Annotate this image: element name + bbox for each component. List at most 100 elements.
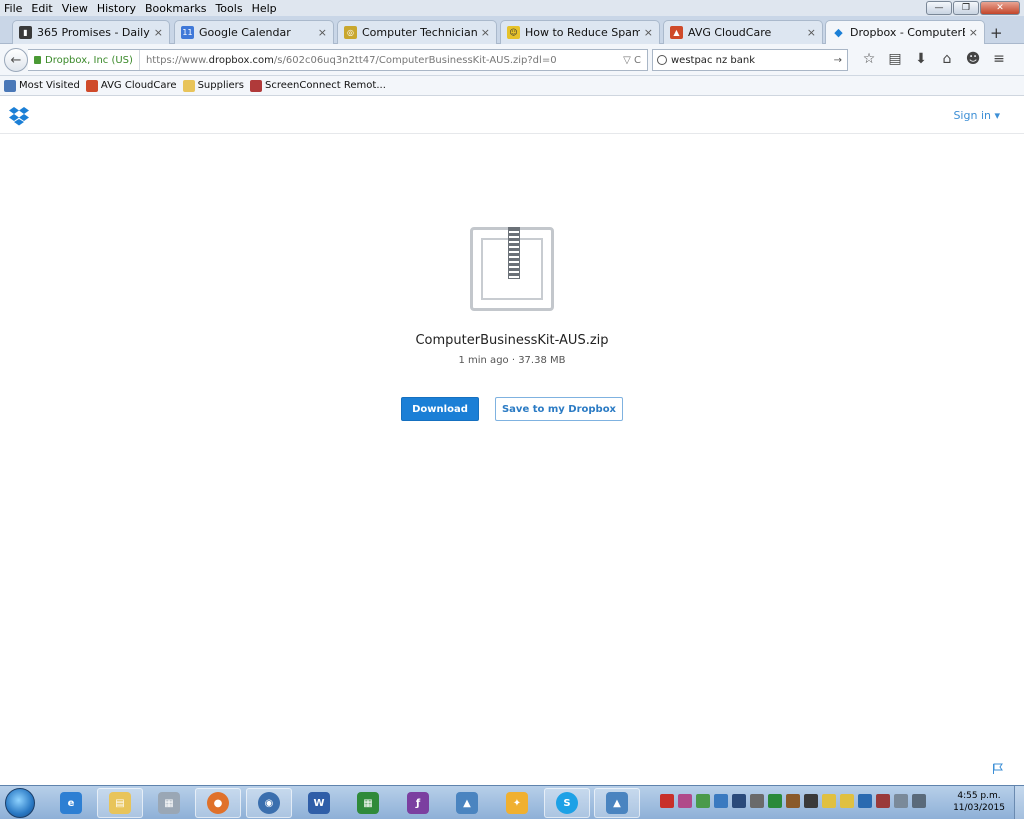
system-tray [660, 794, 930, 808]
reading-list-icon[interactable]: ▤ [882, 51, 908, 67]
start-button[interactable] [5, 788, 35, 818]
file-info: 1 min ago · 37.38 MB [458, 355, 566, 366]
tray-flag-icon[interactable] [804, 794, 818, 808]
menu-history[interactable]: History [97, 2, 136, 15]
dropbox-icon: ◆ [834, 26, 843, 39]
url-prefix: https://www. [145, 54, 209, 66]
menu-file[interactable]: File [4, 2, 22, 15]
search-input[interactable] [671, 54, 834, 66]
tray-tools-icon[interactable] [876, 794, 890, 808]
sign-in-link[interactable]: Sign in ▾ [953, 109, 1000, 122]
taskbar-math[interactable]: ƒ [395, 788, 441, 818]
menu-bookmarks[interactable]: Bookmarks [145, 2, 206, 15]
bookmark-label: ScreenConnect Remot... [265, 80, 386, 91]
tray-word-icon[interactable] [660, 794, 674, 808]
tab-label: Computer Technician int... [362, 26, 477, 39]
search-engine-icon[interactable] [657, 55, 667, 65]
search-bar[interactable]: → [652, 49, 848, 71]
taskbar-writer[interactable]: W [296, 788, 342, 818]
zipper-icon [508, 227, 520, 279]
math-icon: ƒ [407, 792, 429, 814]
tray-device-icon[interactable] [750, 794, 764, 808]
tab-close-icon[interactable]: × [481, 26, 490, 39]
close-window-button[interactable]: ✕ [980, 1, 1020, 15]
site-identity[interactable]: Dropbox, Inc (US) [28, 50, 140, 70]
taskbar-ie[interactable]: e [48, 788, 94, 818]
menu-view[interactable]: View [62, 2, 88, 15]
download-button[interactable]: Download [401, 397, 479, 421]
save-to-dropbox-button[interactable]: Save to my Dropbox [495, 397, 623, 421]
search-go-icon[interactable]: → [834, 55, 847, 66]
back-button[interactable]: ← [4, 48, 28, 72]
tab-google-calendar[interactable]: 11 Google Calendar × [174, 20, 334, 44]
bookmark-label: AVG CloudCare [100, 80, 177, 91]
taskbar-tool-app[interactable]: ✦ [494, 788, 540, 818]
tray-mail-icon[interactable] [696, 794, 710, 808]
taskbar-calculator[interactable]: ▦ [146, 788, 192, 818]
bookmark-avg-cloudcare[interactable]: AVG CloudCare [85, 79, 177, 92]
show-desktop-button[interactable] [1014, 786, 1024, 819]
tray-bluetooth-icon[interactable] [858, 794, 872, 808]
tray-notes-icon[interactable] [822, 794, 836, 808]
tray-app-icon[interactable] [678, 794, 692, 808]
clock[interactable]: 4:55 p.m. 11/03/2015 [950, 790, 1008, 814]
bookmark-star-icon[interactable]: ☆ [856, 51, 882, 67]
tab-avg-cloudcare[interactable]: ▲ AVG CloudCare × [663, 20, 823, 44]
taskbar-firefox[interactable]: ● [195, 788, 241, 818]
spreadsheet-icon: ▦ [357, 792, 379, 814]
avg-icon: ▲ [670, 26, 683, 39]
tray-monitor-icon[interactable] [732, 794, 746, 808]
tab-reduce-spam[interactable]: ☺ How to Reduce Spam Yo... × [500, 20, 660, 44]
minimize-button[interactable]: — [926, 1, 952, 15]
tab-dropbox[interactable]: ◆ Dropbox - ComputerBusi... × [825, 20, 985, 44]
taskbar-explorer[interactable]: ▤ [97, 788, 143, 818]
tray-network-icon[interactable] [714, 794, 728, 808]
menu-edit[interactable]: Edit [31, 2, 52, 15]
tab-365-promises[interactable]: ▮ 365 Promises - Daily Pro... × [12, 20, 170, 44]
calculator-icon: ▦ [158, 792, 180, 814]
thunderbird-icon: ◉ [258, 792, 280, 814]
firefox-icon: ● [207, 792, 229, 814]
taskbar-triangle-app-2[interactable]: ▲ [594, 788, 640, 818]
reload-icon[interactable]: ▽ C [623, 55, 647, 66]
home-icon[interactable]: ⌂ [934, 51, 960, 67]
tray-volume-icon[interactable] [912, 794, 926, 808]
taskbar-calc[interactable]: ▦ [345, 788, 391, 818]
tray-display-icon[interactable] [894, 794, 908, 808]
file-name: ComputerBusinessKit-AUS.zip [415, 333, 609, 348]
taskbar-thunderbird[interactable]: ◉ [246, 788, 292, 818]
tray-update-icon[interactable] [786, 794, 800, 808]
maximize-button[interactable]: ❐ [953, 1, 979, 15]
tab-computer-technician[interactable]: ◎ Computer Technician int... × [337, 20, 497, 44]
url-bar[interactable]: Dropbox, Inc (US) https://www.dropbox.co… [28, 49, 648, 71]
download-icon[interactable]: ⬇ [908, 51, 934, 67]
taskbar-triangle-app[interactable]: ▲ [444, 788, 490, 818]
tab-close-icon[interactable]: × [154, 26, 163, 39]
url-path: /s/602c06uq3n2tt47/ComputerBusinessKit-A… [273, 54, 557, 66]
menu-tools[interactable]: Tools [215, 2, 242, 15]
clock-date: 11/03/2015 [953, 803, 1005, 813]
dropbox-logo-icon[interactable] [8, 106, 30, 126]
url-text[interactable]: https://www.dropbox.com/s/602c06uq3n2tt4… [140, 55, 623, 66]
tab-label: How to Reduce Spam Yo... [525, 26, 640, 39]
menu-icon[interactable]: ≡ [986, 51, 1012, 67]
tab-close-icon[interactable]: × [807, 26, 816, 39]
identity-label: Dropbox, Inc (US) [45, 54, 133, 66]
bookmarks-bar: Most Visited AVG CloudCare Suppliers Scr… [0, 76, 1024, 96]
bookmark-most-visited[interactable]: Most Visited [4, 79, 80, 92]
report-flag-icon[interactable] [992, 763, 1003, 774]
tab-close-icon[interactable]: × [644, 26, 653, 39]
bookmark-screenconnect[interactable]: ScreenConnect Remot... [250, 79, 386, 92]
taskbar-skype[interactable]: S [544, 788, 590, 818]
chat-icon[interactable]: ☻ [960, 51, 986, 67]
tab-favicon-icon: ▮ [19, 26, 32, 39]
bookmark-suppliers[interactable]: Suppliers [182, 79, 244, 92]
tab-label: Dropbox - ComputerBusi... [850, 26, 965, 39]
tab-close-icon[interactable]: × [318, 26, 327, 39]
tab-close-icon[interactable]: × [969, 26, 978, 39]
new-tab-button[interactable]: + [990, 24, 1003, 42]
tab-label: Google Calendar [199, 26, 291, 39]
tray-folder-icon[interactable] [840, 794, 854, 808]
tray-security-icon[interactable] [768, 794, 782, 808]
menu-help[interactable]: Help [252, 2, 277, 15]
